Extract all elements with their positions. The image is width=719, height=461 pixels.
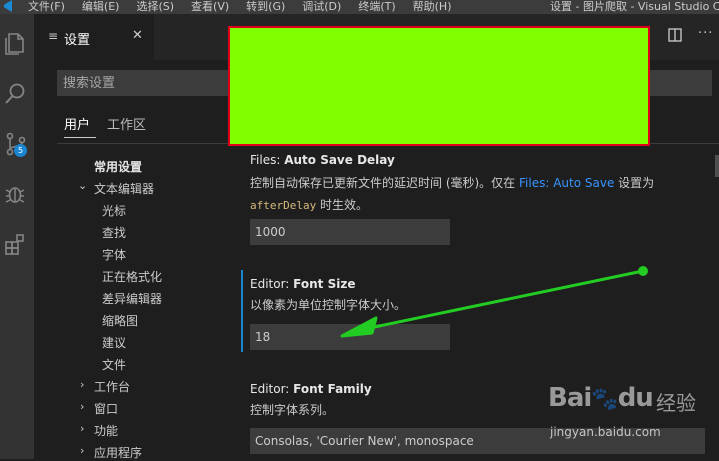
watermark-url: jingyan.baidu.com <box>550 425 661 439</box>
baidu-watermark: Bai🐾du 经验 jingyan.baidu.com <box>548 383 718 459</box>
arrow-shaft <box>359 269 644 332</box>
watermark-subtitle: 经验 <box>656 391 696 415</box>
baidu-logo: Bai🐾du <box>548 383 654 413</box>
arrow-head <box>340 316 378 338</box>
paw-icon: 🐾 <box>591 387 618 412</box>
